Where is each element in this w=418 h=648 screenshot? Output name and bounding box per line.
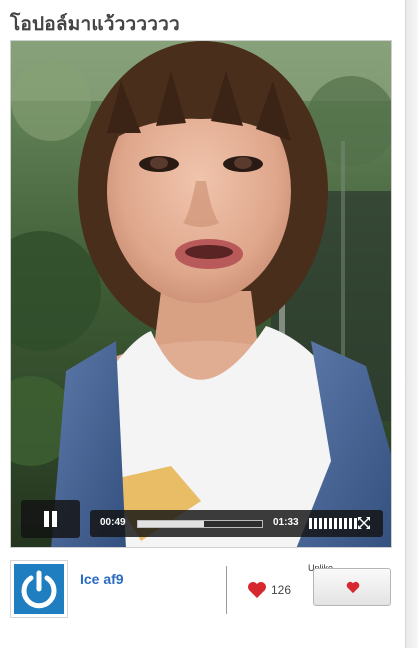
fullscreen-icon[interactable]	[357, 516, 371, 530]
avatar-image	[14, 564, 64, 614]
unlike-button[interactable]	[313, 568, 391, 606]
pause-button[interactable]	[21, 500, 80, 538]
heart-icon	[248, 582, 266, 598]
video-player[interactable]: 00:49 01:33	[10, 40, 392, 548]
seek-bar[interactable]	[137, 520, 263, 528]
footer-divider	[226, 566, 227, 614]
heart-icon	[346, 581, 360, 594]
control-bar: 00:49 01:33	[90, 510, 383, 537]
duration-time: 01:33	[273, 517, 299, 528]
volume-bar	[319, 518, 322, 529]
volume-bar	[309, 518, 312, 529]
volume-bar	[344, 518, 347, 529]
video-controls: 00:49 01:33	[21, 500, 383, 540]
volume-bar	[349, 518, 352, 529]
page-edge	[406, 0, 418, 648]
volume-bar	[324, 518, 327, 529]
current-time: 00:49	[100, 517, 126, 528]
post-card: โอปอล์มาแว้วววววว 00:49 01:33 Ice af9 12…	[0, 0, 406, 648]
author-username-link[interactable]: Ice af9	[80, 571, 124, 587]
pause-icon	[44, 511, 49, 527]
volume-control[interactable]	[309, 518, 357, 529]
pause-icon-bar	[52, 511, 57, 527]
seek-bar-progress	[138, 521, 204, 527]
volume-bar	[339, 518, 342, 529]
post-footer: Ice af9 126 Unlike	[10, 557, 394, 622]
volume-bar	[314, 518, 317, 529]
volume-bar	[329, 518, 332, 529]
video-frame[interactable]	[11, 41, 392, 548]
like-count: 126	[271, 583, 292, 597]
avatar[interactable]	[10, 560, 68, 618]
volume-bar	[334, 518, 337, 529]
post-title: โอปอล์มาแว้วววววว	[10, 13, 180, 35]
power-icon	[21, 570, 57, 609]
